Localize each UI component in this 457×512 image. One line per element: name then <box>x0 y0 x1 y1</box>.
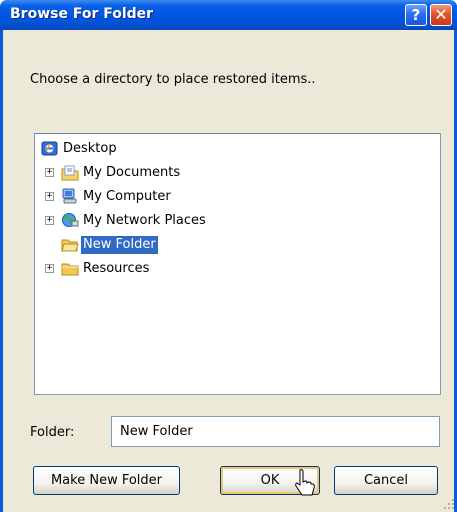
resize-grip-icon[interactable] <box>443 498 455 510</box>
tree-item-label: My Documents <box>83 165 181 180</box>
tree-item-label: Resources <box>83 261 150 276</box>
folder-icon <box>61 263 79 276</box>
desktop-icon <box>41 141 58 156</box>
help-button[interactable]: ? <box>405 4 427 26</box>
folder-open-icon <box>61 239 79 252</box>
make-new-folder-button[interactable]: Make New Folder <box>33 466 180 495</box>
expand-icon[interactable]: + <box>45 216 54 225</box>
title-bar[interactable]: Browse For Folder ? ✕ <box>0 0 457 30</box>
expand-icon[interactable]: + <box>45 192 54 201</box>
close-button[interactable]: ✕ <box>430 4 452 26</box>
tree-item-label: Desktop <box>63 141 117 156</box>
network-places-icon <box>62 213 79 227</box>
window-title: Browse For Folder <box>10 6 154 22</box>
instruction-text: Choose a directory to place restored ite… <box>30 72 316 87</box>
hand-cursor-icon <box>295 469 315 496</box>
folder-field-label: Folder: <box>30 425 75 440</box>
computer-icon <box>62 188 77 204</box>
expand-icon[interactable]: + <box>45 168 54 177</box>
tree-item-label: New Folder <box>81 236 158 254</box>
tree-item-label: My Computer <box>83 189 171 204</box>
browse-for-folder-dialog: Browse For Folder ? ✕ Choose a directory… <box>0 0 457 512</box>
folder-tree[interactable]: Desktop + My Documents + My Computer + M… <box>34 133 441 395</box>
tree-item-label: My Network Places <box>83 213 206 228</box>
folder-name-input[interactable] <box>111 416 440 447</box>
documents-folder-icon <box>61 165 79 181</box>
expand-icon[interactable]: + <box>45 264 54 273</box>
cancel-button[interactable]: Cancel <box>334 466 438 495</box>
